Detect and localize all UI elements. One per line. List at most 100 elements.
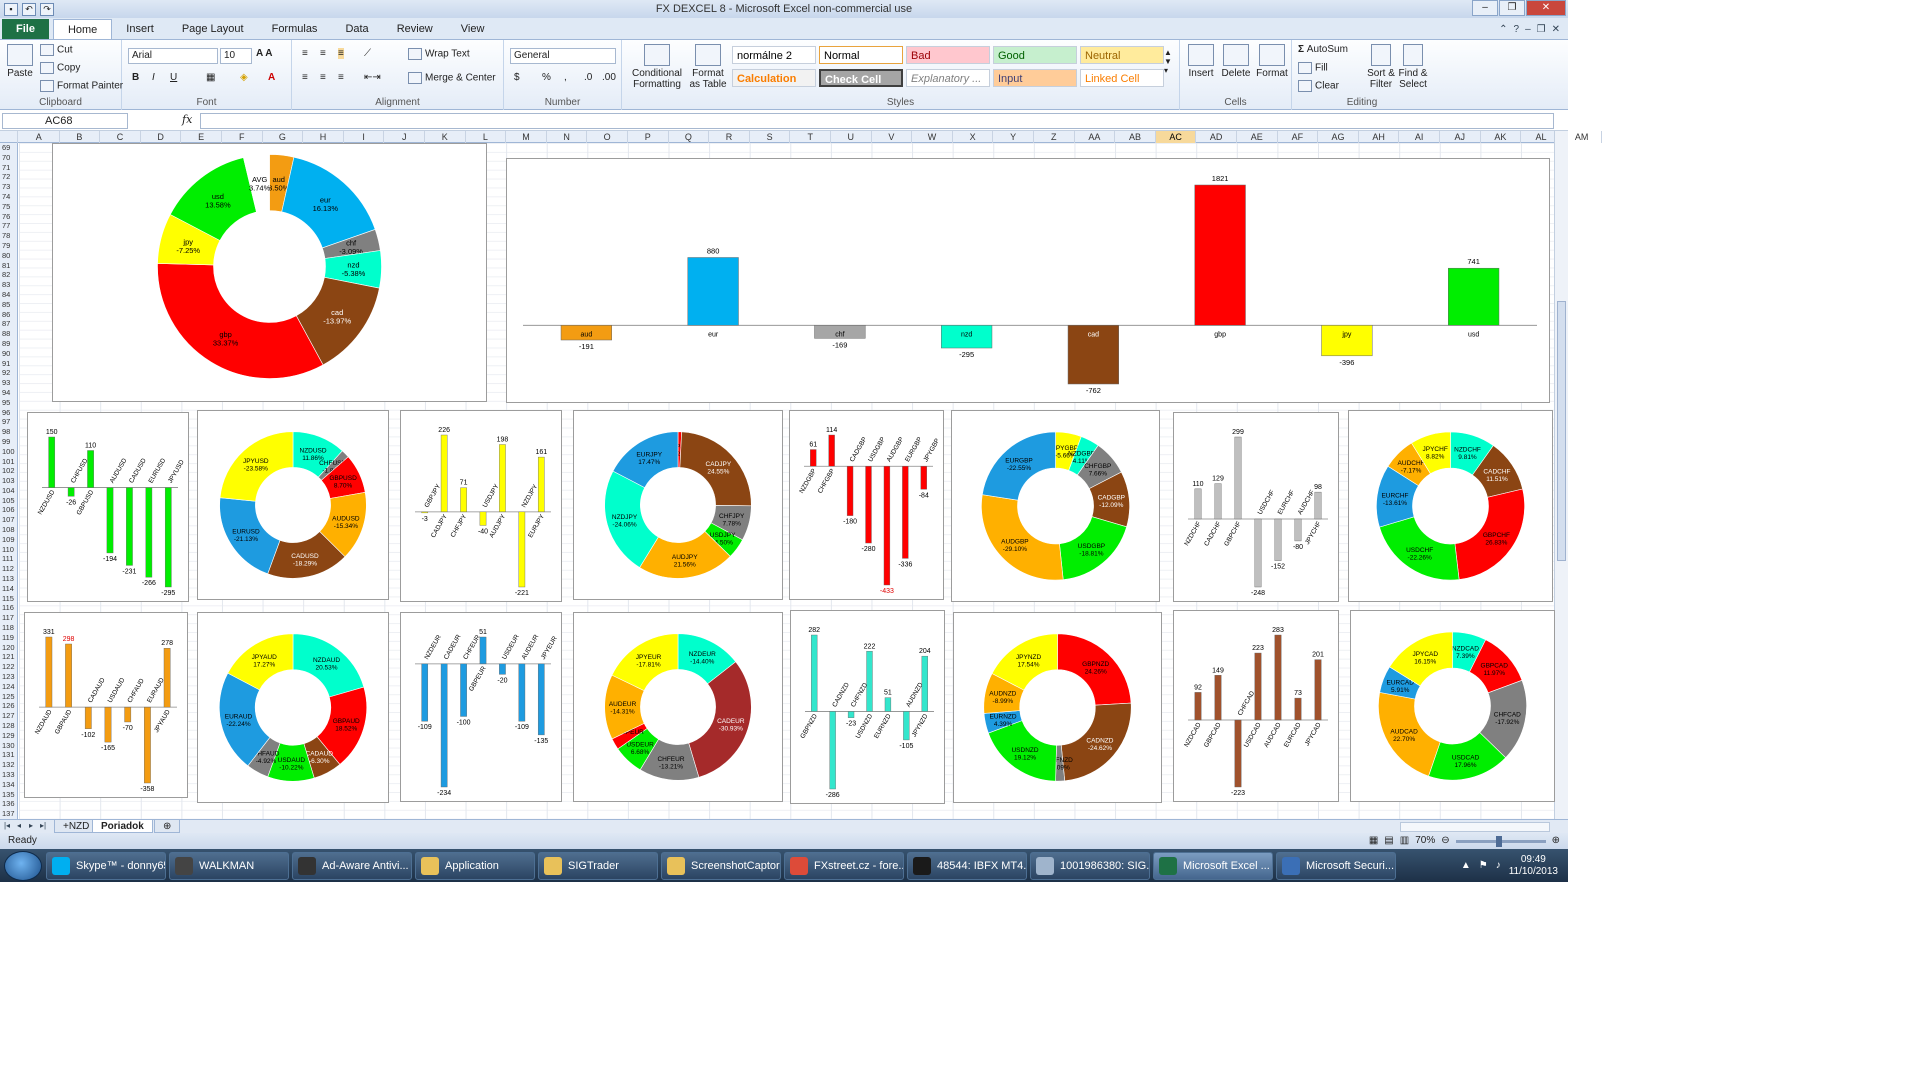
bar-gbpaud[interactable] bbox=[65, 643, 72, 708]
bar-nzdusd[interactable] bbox=[48, 436, 56, 488]
row-header[interactable]: 70 bbox=[0, 153, 17, 162]
zoom-level[interactable]: 70% bbox=[1415, 833, 1435, 849]
close-button[interactable]: ✕ bbox=[1526, 0, 1566, 16]
row-header[interactable]: 76 bbox=[0, 212, 17, 221]
column-header[interactable]: D bbox=[141, 131, 182, 143]
row-header[interactable]: 87 bbox=[0, 319, 17, 328]
bar-eurnzd[interactable] bbox=[884, 697, 892, 712]
cell-style-item[interactable]: Neutral bbox=[1080, 46, 1164, 64]
undo-icon[interactable]: ↶ bbox=[22, 2, 36, 16]
row-header[interactable]: 101 bbox=[0, 457, 17, 466]
help-icon[interactable]: ? bbox=[1514, 24, 1520, 35]
bar-gbpnzd[interactable] bbox=[811, 634, 818, 712]
column-header[interactable]: AB bbox=[1115, 131, 1156, 143]
bar-audusd[interactable] bbox=[106, 487, 114, 554]
column-header[interactable]: A bbox=[19, 131, 60, 143]
bar-audchf[interactable] bbox=[1294, 518, 1302, 542]
column-header[interactable]: P bbox=[628, 131, 669, 143]
bar-eurgbp[interactable] bbox=[902, 466, 909, 559]
wrap-text-button[interactable]: Wrap Text bbox=[408, 48, 470, 60]
bar-nzdcad[interactable] bbox=[1194, 692, 1202, 721]
column-header[interactable]: E bbox=[181, 131, 222, 143]
cell-style-item[interactable]: Bad bbox=[906, 46, 990, 64]
orientation-icon[interactable]: ⟋ bbox=[364, 48, 371, 59]
format-as-table-button[interactable]: Format as Table bbox=[688, 44, 728, 90]
bar-chart[interactable]: 331 NZDAUD 298 GBPAUD -102 CADAUD -165 USDAUD -7… bbox=[24, 612, 188, 798]
column-header[interactable]: AC bbox=[1155, 131, 1197, 143]
taskbar-item[interactable]: Microsoft Securi... bbox=[1276, 851, 1396, 880]
column-header[interactable]: AD bbox=[1196, 131, 1237, 143]
row-header[interactable]: 134 bbox=[0, 780, 17, 789]
row-header[interactable]: 82 bbox=[0, 270, 17, 279]
zoom-slider-thumb[interactable] bbox=[1495, 835, 1502, 847]
taskbar-item[interactable]: WALKMAN bbox=[169, 851, 289, 880]
donut-chart[interactable]: aud 3.50% eur 16.13% chf -3.09% nzd -5.38% cad -1… bbox=[52, 143, 487, 402]
bar-cadeur[interactable] bbox=[440, 663, 448, 788]
row-header[interactable]: 95 bbox=[0, 398, 17, 407]
clock[interactable]: 09:49 11/10/2013 bbox=[1509, 854, 1558, 878]
tray-expand-icon[interactable]: ▲ bbox=[1461, 860, 1471, 871]
bar-gbpusd[interactable] bbox=[87, 450, 94, 488]
zoom-in-icon[interactable]: ⊕ bbox=[1552, 833, 1560, 849]
align-right-icon[interactable]: ≡ bbox=[338, 72, 344, 83]
indent-icon[interactable]: ⇤⇥ bbox=[364, 72, 381, 83]
delete-cells-button[interactable]: Delete bbox=[1220, 44, 1252, 79]
donut-chart[interactable]: NZDEUR -14.40% CADEUR -30.93% CHFEUR -13.21% U… bbox=[573, 612, 783, 802]
tab-home[interactable]: Home bbox=[52, 19, 113, 39]
fill-color-icon[interactable]: ◈ bbox=[240, 72, 248, 83]
volume-icon[interactable]: ♪ bbox=[1496, 860, 1501, 871]
workbook-restore-icon[interactable]: ❐ bbox=[1537, 24, 1546, 35]
donut-chart[interactable]: NZDCHF 9.81% CADCHF 11.51% GBPCHF 26.83% USDCH… bbox=[1348, 410, 1553, 602]
row-header[interactable]: 110 bbox=[0, 545, 17, 554]
row-header[interactable]: 86 bbox=[0, 310, 17, 319]
row-header[interactable]: 75 bbox=[0, 202, 17, 211]
italic-icon[interactable]: I bbox=[152, 72, 155, 83]
cell-style-item[interactable]: Calculation bbox=[732, 69, 816, 87]
donut-chart[interactable]: GBPJPY -0.27% CADJPY 24.55% CHFJPY 7.78% USDJP… bbox=[573, 410, 783, 600]
find-select-button[interactable]: Find & Select bbox=[1398, 44, 1428, 90]
row-header[interactable]: 91 bbox=[0, 359, 17, 368]
zoom-slider[interactable] bbox=[1455, 835, 1546, 847]
tab-view[interactable]: View bbox=[447, 19, 499, 39]
column-header[interactable]: N bbox=[547, 131, 588, 143]
row-header[interactable]: 74 bbox=[0, 192, 17, 201]
row-header[interactable]: 137 bbox=[0, 809, 17, 818]
column-header[interactable]: O bbox=[587, 131, 628, 143]
bar-nzdjpy[interactable] bbox=[518, 511, 526, 588]
bar-usd[interactable] bbox=[1448, 267, 1500, 326]
bar-audjpy[interactable] bbox=[499, 444, 506, 513]
cell-style-item[interactable]: Linked Cell bbox=[1080, 69, 1164, 87]
minimize-button[interactable]: – bbox=[1472, 0, 1498, 16]
row-header[interactable]: 127 bbox=[0, 711, 17, 720]
column-header[interactable]: M bbox=[506, 131, 547, 143]
column-header[interactable]: AI bbox=[1399, 131, 1440, 143]
decrease-decimal-icon[interactable]: .00 bbox=[602, 72, 616, 83]
bar-gbpjpy[interactable] bbox=[421, 511, 429, 514]
bar-jpygbp[interactable] bbox=[920, 466, 927, 490]
row-header[interactable]: 100 bbox=[0, 447, 17, 456]
save-icon[interactable]: ▪ bbox=[4, 2, 18, 16]
first-sheet-icon[interactable]: |◂ bbox=[2, 821, 12, 831]
taskbar-item[interactable]: ScreenshotCaptor bbox=[661, 851, 781, 880]
increase-decimal-icon[interactable]: .0 bbox=[584, 72, 592, 83]
column-header[interactable]: C bbox=[100, 131, 141, 143]
bar-usdgbp[interactable] bbox=[865, 466, 872, 544]
maximize-button[interactable]: ❐ bbox=[1499, 0, 1525, 16]
column-header[interactable]: X bbox=[953, 131, 994, 143]
row-header[interactable]: 113 bbox=[0, 574, 17, 583]
cell-style-item[interactable]: normálne 2 bbox=[732, 46, 816, 64]
bar-usdchf[interactable] bbox=[1254, 518, 1262, 588]
bar-eurcad[interactable] bbox=[1294, 697, 1302, 721]
bar-chart[interactable]: -191 aud 880 eur -169 chf -295 nzd -762 cad 1821 gb… bbox=[506, 158, 1550, 403]
bar-jpyusd[interactable] bbox=[164, 487, 172, 588]
bar-chart[interactable]: 61 NZDGBP 114 CHFGBP -180 CADGBP -280 USDGBP -43… bbox=[789, 410, 944, 600]
bar-chfaud[interactable] bbox=[124, 706, 132, 723]
bar-cadchf[interactable] bbox=[1214, 483, 1222, 520]
column-header[interactable]: AJ bbox=[1440, 131, 1481, 143]
borders-icon[interactable]: ▦ bbox=[206, 72, 215, 83]
sort-filter-button[interactable]: Sort & Filter bbox=[1366, 44, 1396, 90]
cut-button[interactable]: Cut bbox=[40, 44, 73, 56]
row-header[interactable]: 94 bbox=[0, 388, 17, 397]
bar-eurjpy[interactable] bbox=[537, 456, 545, 513]
flag-icon[interactable]: ⚑ bbox=[1479, 860, 1488, 871]
